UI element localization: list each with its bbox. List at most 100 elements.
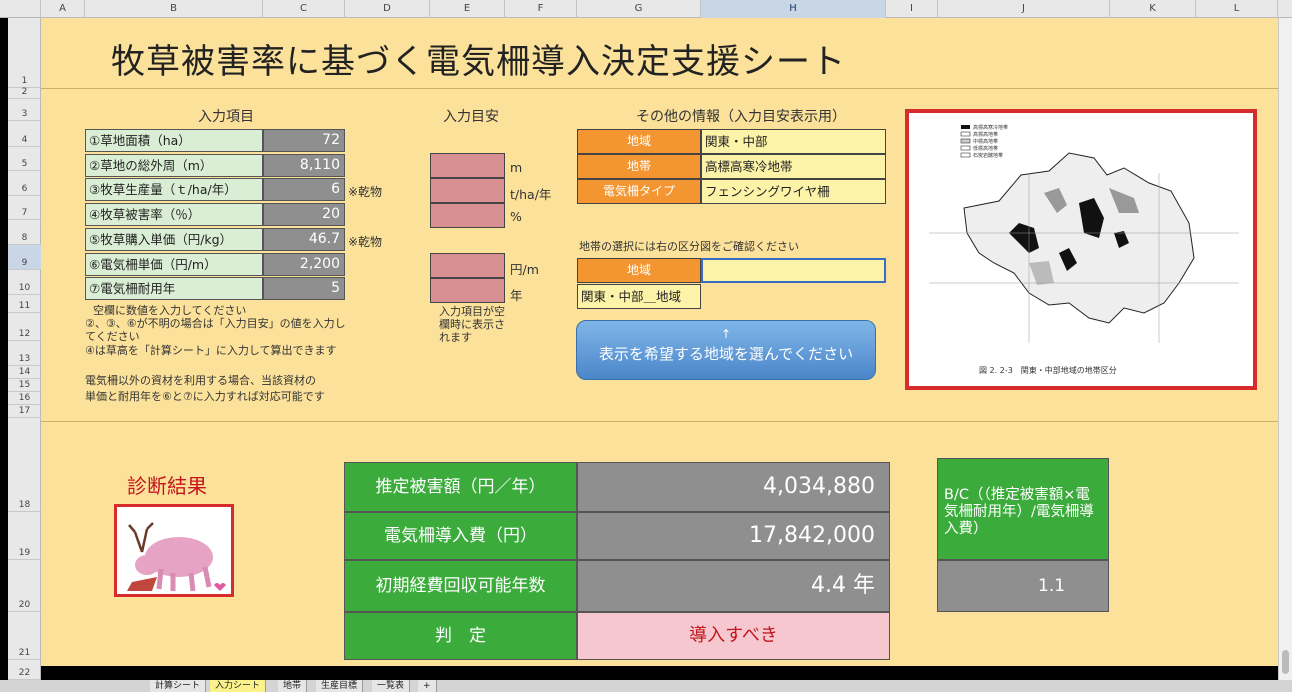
row-header[interactable]: 20 [8,560,41,612]
tab-production-target[interactable]: 生産目標 [316,680,364,692]
tab-input-sheet[interactable]: 入力シート [210,680,267,692]
payback-years-label: 初期経費回収可能年数 [344,560,577,612]
note-line: ④は草高を「計算シート」に入力して算出できます [85,344,337,357]
row-header[interactable]: 2 [8,87,41,99]
guide-perimeter-cell[interactable] [430,153,505,178]
guide-note: 入力項目が空欄時に表示されます [439,305,505,344]
col-header-i[interactable]: I [886,0,938,18]
col-header-j[interactable]: J [938,0,1110,18]
zone-map-image: 高標高寒冷地帯 高標高地帯 中標高地帯 低標高地帯 石炭岩醸地帯 図 2. 2-… [905,109,1257,390]
guide-unit: 年 [510,288,523,303]
row-header[interactable]: 4 [8,121,41,147]
dry-matter-note: ※乾物 [348,185,383,199]
col-header-b[interactable]: B [85,0,263,18]
col-header-l[interactable]: L [1196,0,1278,18]
select-all-corner[interactable] [0,0,41,18]
region-select-label: 地域 [577,258,701,283]
vertical-scrollbar[interactable] [1278,18,1292,680]
row-header-bar: 1 2 3 4 5 6 7 8 9 10 11 12 13 14 15 16 1… [8,18,41,680]
note-line: 空欄に数値を入力してください [93,304,247,317]
row-header[interactable]: 7 [8,196,41,220]
row-header[interactable]: 6 [8,171,41,196]
row-header[interactable]: 5 [8,147,41,171]
col-header-c[interactable]: C [263,0,345,18]
guide-fence-life-cell[interactable] [430,278,505,303]
input-label-fence-price: ⑥電気柵単価（円/m） [85,253,263,276]
input-fence-price-value[interactable]: 2,200 [263,253,345,276]
row-header[interactable]: 17 [8,405,41,418]
fence-cost-label: 電気柵導入費（円） [344,512,577,560]
row-header[interactable]: 14 [8,366,41,379]
col-header-g[interactable]: G [577,0,701,18]
guide-production-cell[interactable] [430,178,505,203]
row-header[interactable]: 19 [8,512,41,560]
spreadsheet-grid[interactable]: 牧草被害率に基づく電気柵導入決定支援シート 入力項目 入力目安 その他の情報（入… [41,18,1278,666]
input-label-purchase-price: ⑤牧草購入単価（円/kg） [85,228,263,251]
row-header[interactable]: 8 [8,220,41,245]
col-header-f[interactable]: F [505,0,577,18]
input-label-damage-rate: ④牧草被害率（％） [85,203,263,226]
col-header-e[interactable]: E [430,0,505,18]
guide-fence-price-cell[interactable] [430,253,505,278]
region-select-input[interactable] [701,258,886,283]
sheet-tab-bar: 計算シート 入力シート 地帯 生産目標 一覧表 + [0,680,1292,692]
zone-select-note: 地帯の選択には右の区分図をご確認ください [579,240,799,253]
row-header[interactable]: 13 [8,341,41,366]
region-value-cell[interactable]: 関東・中部 [701,129,886,154]
region-label-cell: 地域 [577,129,701,154]
row-header[interactable]: 3 [8,99,41,121]
guide-damage-rate-cell[interactable] [430,203,505,228]
tab-calc-sheet[interactable]: 計算シート [150,680,207,692]
input-label-area: ①草地面積（ha） [85,129,263,152]
row-header[interactable]: 15 [8,379,41,392]
col-header-d[interactable]: D [345,0,430,18]
fence-type-value-cell[interactable]: フェンシングワイヤ柵 [701,179,886,204]
col-header-a[interactable]: A [41,0,85,18]
input-damage-rate-value[interactable]: 20 [263,203,345,226]
diagnosis-label: 診断結果 [127,474,207,498]
row-header[interactable]: 9 [8,245,41,270]
other-info-header: その他の情報（入力目安表示用） [636,109,846,125]
note-line: 電気柵以外の資材を利用する場合、当該資材の [85,374,316,387]
zone-label-cell: 地帯 [577,154,701,179]
payback-years-value: 4.4 年 [577,560,890,612]
divider [41,421,1278,422]
map-caption: 図 2. 2-3 関東・中部地域の地帯区分 [979,365,1117,375]
row-header[interactable]: 10 [8,270,41,295]
input-label-perimeter: ②草地の総外周（m） [85,154,263,177]
row-header[interactable]: 21 [8,612,41,660]
zone-value-cell[interactable]: 高標高寒冷地帯 [701,154,886,179]
input-perimeter-value[interactable]: 8,110 [263,154,345,177]
add-sheet-button[interactable]: + [418,680,437,692]
estimated-damage-label: 推定被害額（円／年） [344,462,577,512]
row-header[interactable]: 11 [8,295,41,313]
bc-ratio-value: 1.1 [937,560,1109,612]
guide-unit: % [510,209,522,224]
map-legend-item: 低標高地帯 [973,145,998,152]
row-header[interactable]: 16 [8,392,41,405]
col-header-h[interactable]: H [701,0,886,18]
tab-zone[interactable]: 地帯 [278,680,308,692]
select-region-button-label: 表示を希望する地域を選んでください [598,345,854,363]
deer-illustration [114,504,234,597]
tab-list[interactable]: 一覧表 [372,680,411,692]
guide-section-header: 入力目安 [443,109,499,125]
region-result-cell[interactable]: 関東・中部＿地域 [577,284,701,309]
column-header-bar: A B C D E F G H I J K L [0,0,1292,18]
row-header[interactable]: 1 [8,18,41,88]
select-region-button[interactable]: ↑ 表示を希望する地域を選んでください [576,320,876,380]
guide-unit: m [510,160,523,175]
input-purchase-price-value[interactable]: 46.7 [263,228,345,251]
guide-unit: t/ha/年 [510,187,552,202]
row-header[interactable]: 22 [8,660,41,680]
row-header[interactable]: 12 [8,313,41,341]
judgement-label: 判 定 [344,612,577,660]
input-production-value[interactable]: 6 [263,178,345,201]
guide-unit: 円/m [510,262,539,277]
input-fence-life-value[interactable]: 5 [263,277,345,300]
scrollbar-thumb[interactable] [1282,650,1289,674]
col-header-k[interactable]: K [1110,0,1196,18]
row-header[interactable]: 18 [8,418,41,512]
input-area-value[interactable]: 72 [263,129,345,152]
estimated-damage-value: 4,034,880 [577,462,890,512]
